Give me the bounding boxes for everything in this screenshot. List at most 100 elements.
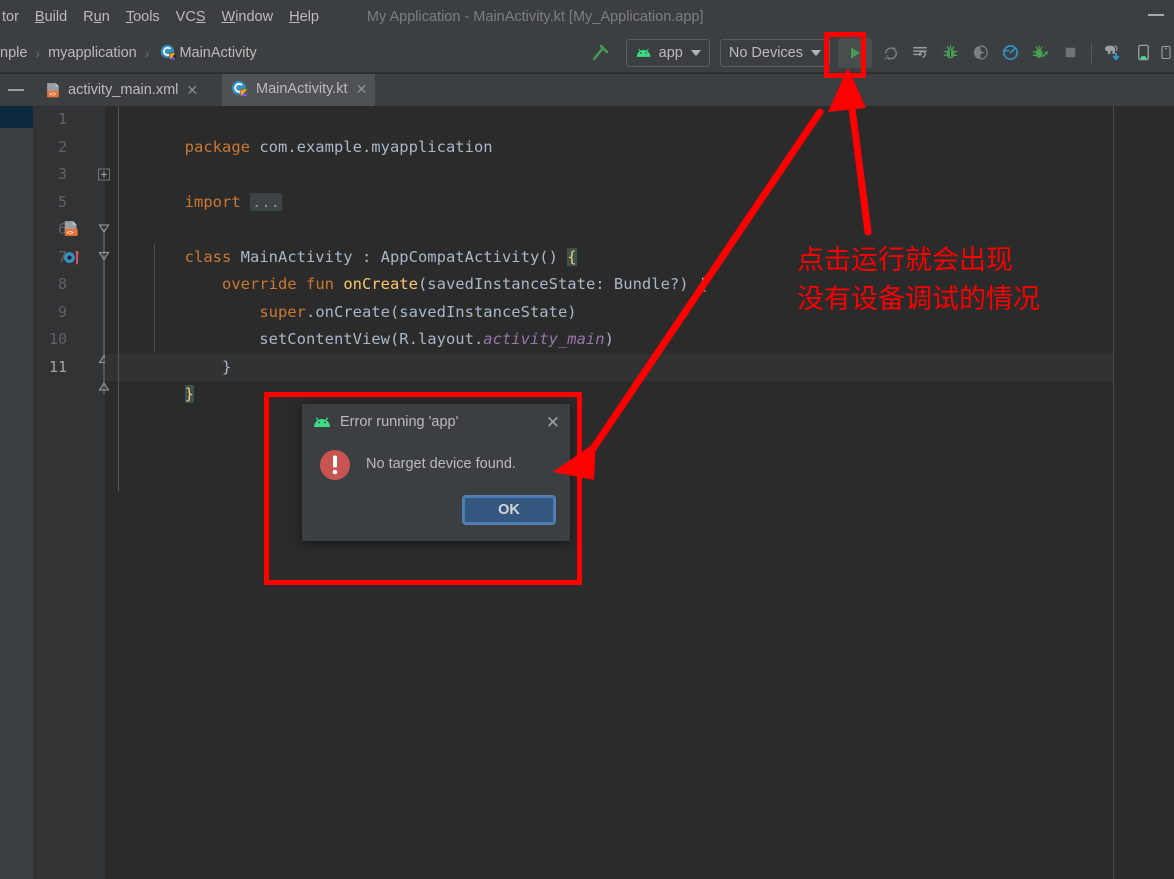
menu-item-tor[interactable]: tor xyxy=(0,9,27,25)
code-token: } xyxy=(184,357,232,376)
device-selector-label: No Devices xyxy=(728,44,803,61)
left-strip-selection xyxy=(0,106,33,128)
dialog-title-bar: Error running 'app' ✕ xyxy=(302,404,570,440)
code-line-current[interactable]: } xyxy=(105,353,1113,403)
svg-text:<>: <> xyxy=(67,230,75,236)
dialog-footer: OK xyxy=(302,487,570,525)
stop-icon[interactable] xyxy=(1055,38,1085,68)
close-icon[interactable]: ✕ xyxy=(546,414,560,431)
minimize-button[interactable] xyxy=(1148,14,1164,16)
indent-guide xyxy=(118,106,119,491)
line-number: 9 xyxy=(57,302,67,321)
code-token: (savedInstanceState: Bundle?) { xyxy=(417,275,708,293)
module-selector-label: app xyxy=(658,44,683,61)
editor-tab-bar: <> activity_main.xml ✕ MainActivity.kt ✕ xyxy=(0,74,1174,106)
code-token: setContentView(R.layout. xyxy=(184,330,484,348)
breadcrumb-item-project[interactable]: nple xyxy=(0,45,27,61)
code-token: MainActivity xyxy=(240,247,353,266)
dialog-body: No target device found. xyxy=(302,440,570,487)
code-token: com.example.myapplication xyxy=(259,137,493,156)
toolbar-divider xyxy=(1091,42,1092,63)
code-text-area[interactable]: package com.example.myapplication import… xyxy=(105,106,1113,879)
menu-item-run[interactable]: Run xyxy=(75,9,118,25)
apply-changes-icon[interactable]: A xyxy=(875,38,905,68)
code-token: ) xyxy=(604,330,614,348)
main-toolbar: nple › myapplication › MainActivity app … xyxy=(0,33,1174,73)
menu-item-help[interactable]: Help xyxy=(281,9,327,25)
module-selector-combo[interactable]: app xyxy=(625,38,710,67)
matched-brace: } xyxy=(184,385,194,403)
breadcrumb-item-class[interactable]: MainActivity xyxy=(179,45,256,61)
menu-item-vcs[interactable]: VCS xyxy=(168,9,214,25)
line-number: 10 xyxy=(48,330,67,348)
code-token: activity_main xyxy=(483,330,605,348)
code-token: onCreate xyxy=(343,275,418,293)
code-token: AppCompatActivity xyxy=(380,247,540,266)
line-number-current: 11 xyxy=(48,357,67,376)
folded-import-placeholder[interactable]: ... xyxy=(249,192,282,211)
breadcrumb: nple › myapplication › MainActivity xyxy=(0,38,257,68)
kotlin-class-icon xyxy=(157,38,179,68)
code-token: class xyxy=(184,247,241,266)
code-token: super xyxy=(259,302,306,321)
error-dialog[interactable]: Error running 'app' ✕ No target device f… xyxy=(302,404,570,541)
close-icon[interactable]: ✕ xyxy=(356,81,368,98)
code-token: import xyxy=(184,192,250,211)
matched-brace: { xyxy=(567,247,577,266)
chevron-down-icon xyxy=(811,49,821,56)
editor-tab-activity-main-xml[interactable]: <> activity_main.xml ✕ xyxy=(36,74,206,106)
code-token: fun xyxy=(305,275,344,293)
right-margin-rule xyxy=(1113,106,1114,879)
ok-button[interactable]: OK xyxy=(462,495,556,525)
svg-text:A: A xyxy=(884,54,889,62)
code-line[interactable]: package com.example.myapplication xyxy=(105,106,1113,156)
code-token: override xyxy=(221,275,306,293)
device-selector-combo[interactable]: No Devices xyxy=(719,38,830,67)
breadcrumb-separator: › xyxy=(35,44,41,61)
debug-bug-icon[interactable] xyxy=(935,38,965,68)
annotation-text-line-2: 没有设备调试的情况 xyxy=(797,284,1040,316)
menu-item-window[interactable]: Window xyxy=(214,9,282,25)
attach-debugger-icon[interactable] xyxy=(965,38,995,68)
menu-item-tools[interactable]: Tools xyxy=(118,9,168,25)
window-title: My Application - MainActivity.kt [My_App… xyxy=(366,8,704,25)
avd-manager-icon[interactable] xyxy=(1128,38,1158,68)
breadcrumb-item-module[interactable]: myapplication xyxy=(48,45,137,61)
code-token: package xyxy=(184,137,260,156)
svg-text:<>: <> xyxy=(49,92,57,98)
dialog-title: Error running 'app' xyxy=(340,414,459,430)
menu-bar: tor Build Run Tools VCS Window Help My A… xyxy=(0,0,1174,33)
sdk-manager-icon[interactable] xyxy=(1158,38,1174,68)
kotlin-class-icon xyxy=(230,79,250,99)
debug-profiler-icon[interactable] xyxy=(1025,38,1055,68)
code-editor[interactable]: 1 2 3 5 6 7 8 9 10 11 <> package com.exa… xyxy=(0,106,1174,879)
breadcrumb-separator: › xyxy=(144,44,150,61)
code-token: : xyxy=(352,247,381,266)
gradle-sync-elephant-icon[interactable] xyxy=(1098,38,1128,68)
build-hammer-icon[interactable] xyxy=(585,38,615,68)
profiler-icon[interactable] xyxy=(995,38,1025,68)
editor-tab-mainactivity-kt[interactable]: MainActivity.kt ✕ xyxy=(222,74,376,106)
android-head-icon xyxy=(635,44,653,62)
editor-left-strip xyxy=(0,106,33,879)
chevron-down-icon xyxy=(690,49,701,56)
annotation-text-line-1: 点击运行就会出现 xyxy=(797,245,1013,276)
code-line[interactable]: import ... xyxy=(105,161,1113,211)
run-play-icon xyxy=(851,47,860,58)
code-token: .onCreate(savedInstanceState) xyxy=(305,302,577,321)
toolbar-right-group: app No Devices A xyxy=(585,33,1174,73)
collapse-all-icon[interactable] xyxy=(8,89,24,91)
android-studio-window: tor Build Run Tools VCS Window Help My A… xyxy=(0,0,1174,879)
menu-item-build[interactable]: Build xyxy=(27,9,75,25)
apply-code-changes-icon[interactable] xyxy=(905,38,935,68)
close-icon[interactable]: ✕ xyxy=(186,82,198,99)
run-button[interactable] xyxy=(838,37,872,68)
error-exclamation-icon xyxy=(318,448,352,487)
indent-guide xyxy=(154,243,155,353)
code-token: () xyxy=(539,247,568,266)
editor-tab-label: MainActivity.kt xyxy=(256,81,348,97)
android-head-icon xyxy=(312,414,332,430)
code-line[interactable]: class MainActivity : AppCompatActivity()… xyxy=(105,216,1113,266)
